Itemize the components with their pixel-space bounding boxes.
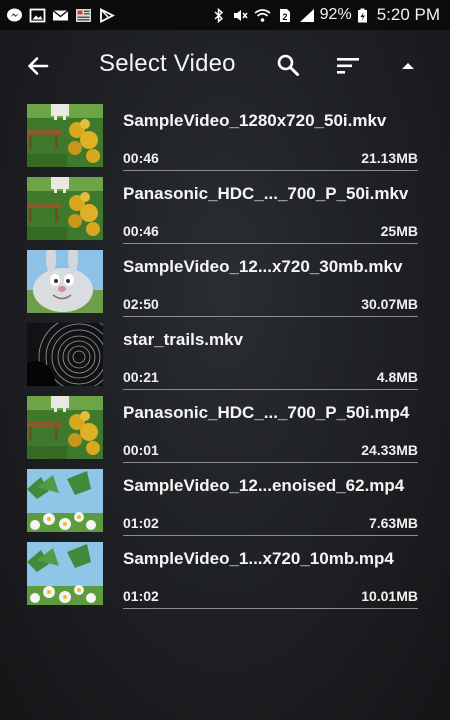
video-thumbnail (27, 469, 103, 532)
item-divider (123, 389, 418, 390)
video-list-item[interactable]: Panasonic_HDC_..._700_P_50i.mkv 00:46 25MB (0, 177, 450, 250)
svg-text:2: 2 (282, 12, 287, 22)
video-filename: SampleVideo_1...x720_10mb.mp4 (123, 549, 394, 568)
video-thumbnail (27, 104, 103, 167)
video-thumbnail (27, 177, 103, 240)
search-icon[interactable] (276, 53, 300, 77)
video-thumbnail (27, 396, 103, 459)
video-duration: 00:01 (123, 442, 159, 458)
video-list-item[interactable]: SampleVideo_12...enoised_62.mp4 01:02 7.63… (0, 469, 450, 542)
clock: 5:20 PM (376, 5, 440, 24)
video-duration: 01:02 (123, 515, 159, 531)
sort-icon[interactable] (336, 55, 360, 77)
item-divider (123, 170, 418, 171)
video-list-item[interactable]: Panasonic_HDC_..._700_P_50i.mp4 00:01 24.3… (0, 396, 450, 469)
video-duration: 00:46 (123, 223, 159, 239)
video-list: SampleVideo_1280x720_50i.mkv 00:46 21.13MB… (0, 104, 450, 615)
video-filename: SampleVideo_12...enoised_62.mp4 (123, 476, 405, 495)
item-divider (123, 462, 418, 463)
video-duration: 00:46 (123, 150, 159, 166)
video-thumbnail (27, 323, 103, 386)
video-filename: Panasonic_HDC_..._700_P_50i.mkv (123, 184, 409, 203)
video-thumbnail (27, 250, 103, 313)
gallery-icon (29, 8, 46, 23)
toolbar: Select Video (0, 30, 450, 102)
video-file-size: 4.8MB (376, 369, 418, 385)
video-filename: Panasonic_HDC_..._700_P_50i.mp4 (123, 403, 410, 422)
video-duration: 02:50 (123, 296, 159, 312)
video-file-size: 30.07MB (361, 296, 418, 312)
item-divider (123, 608, 418, 609)
page-title: Select Video (99, 50, 236, 77)
wifi-icon (254, 8, 271, 23)
battery-icon (357, 8, 368, 23)
video-file-size: 10.01MB (361, 588, 418, 604)
video-list-item[interactable]: SampleVideo_1...x720_10mb.mp4 01:02 10.01M… (0, 542, 450, 615)
news-icon (75, 8, 92, 23)
video-filename: SampleVideo_12...x720_30mb.mkv (123, 257, 403, 276)
status-bar: 2 92% 5:20 PM (0, 0, 450, 30)
video-list-item[interactable]: star_trails.mkv 00:21 4.8MB (0, 323, 450, 396)
signal-icon (298, 8, 315, 23)
sim-icon: 2 (276, 8, 293, 23)
video-file-size: 21.13MB (361, 150, 418, 166)
play-store-icon (98, 7, 115, 23)
video-filename: star_trails.mkv (123, 330, 244, 349)
mail-icon (52, 8, 69, 23)
item-divider (123, 535, 418, 536)
mute-icon (232, 8, 249, 23)
video-file-size: 24.33MB (361, 442, 418, 458)
bluetooth-icon (210, 7, 227, 23)
video-thumbnail (27, 542, 103, 605)
video-list-item[interactable]: SampleVideo_1280x720_50i.mkv 00:46 21.13MB (0, 104, 450, 177)
back-arrow-icon[interactable] (26, 54, 50, 78)
video-duration: 00:21 (123, 369, 159, 385)
item-divider (123, 316, 418, 317)
video-file-size: 25MB (380, 223, 418, 239)
video-file-size: 7.63MB (368, 515, 418, 531)
messenger-icon (6, 8, 23, 23)
collapse-up-icon[interactable] (398, 58, 418, 72)
video-duration: 01:02 (123, 588, 159, 604)
battery-percent: 92% (319, 6, 352, 23)
item-divider (123, 243, 418, 244)
video-list-item[interactable]: SampleVideo_12...x720_30mb.mkv 02:50 30.07… (0, 250, 450, 323)
video-filename: SampleVideo_1280x720_50i.mkv (123, 111, 387, 130)
